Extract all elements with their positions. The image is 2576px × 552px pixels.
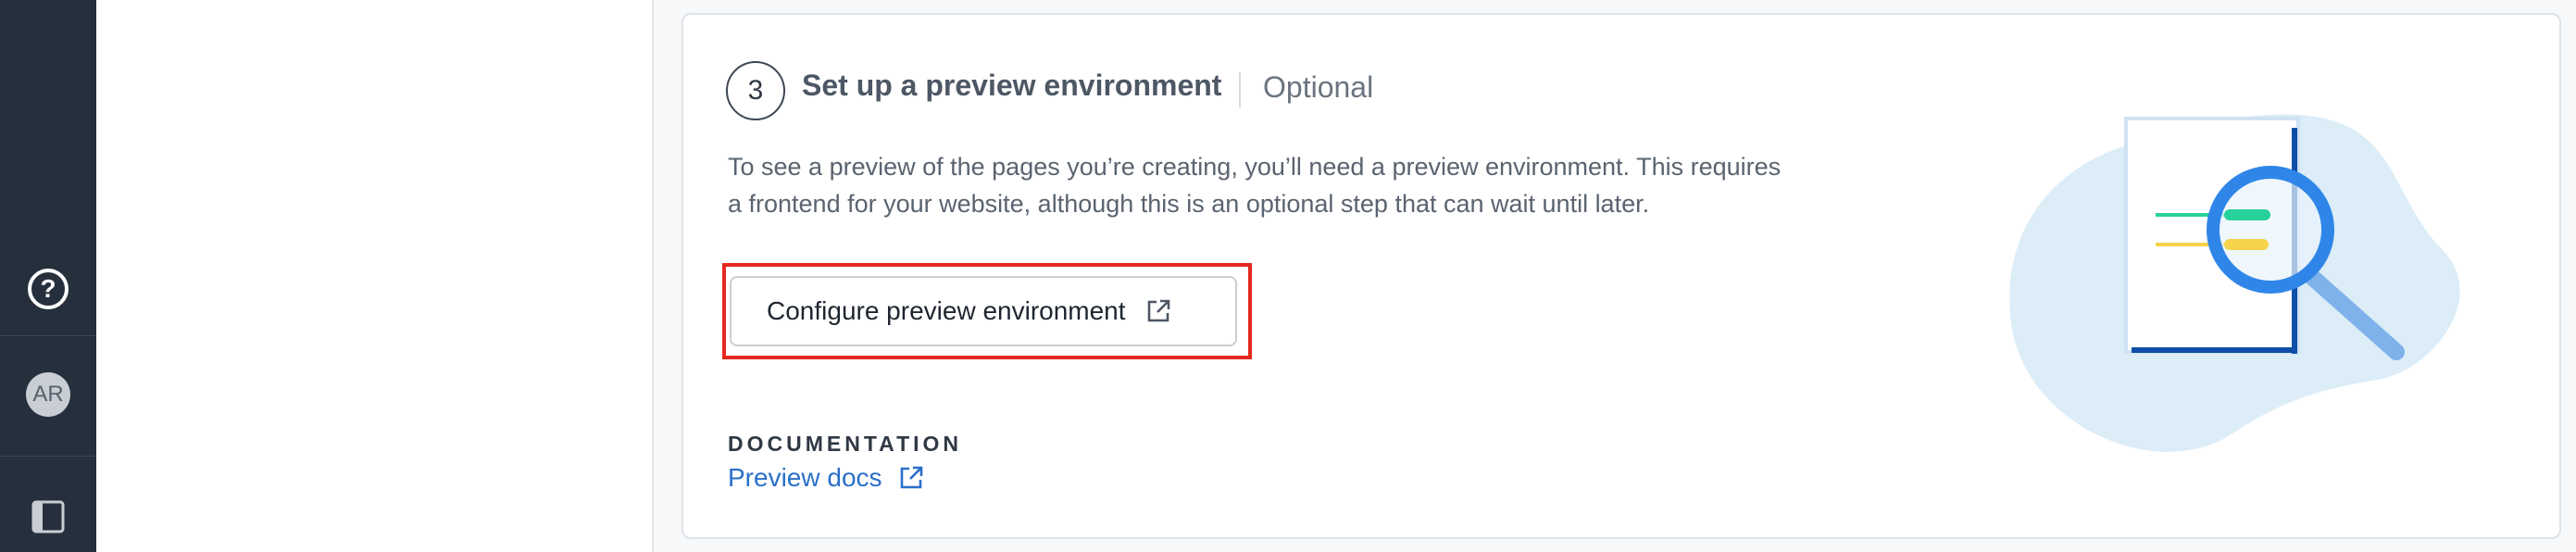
avatar: AR <box>26 372 70 417</box>
optional-label: Optional <box>1263 70 1374 104</box>
help-button[interactable]: ? <box>0 267 96 311</box>
step-title: Set up a preview environment <box>802 69 1222 102</box>
preview-docs-link-label: Preview docs <box>728 463 882 492</box>
secondary-panel <box>96 0 654 552</box>
sidebar-toggle-button[interactable] <box>0 496 96 537</box>
configure-preview-button[interactable]: Configure preview environment <box>730 276 1237 346</box>
preview-docs-link[interactable]: Preview docs <box>728 463 925 493</box>
app-sidebar: ? AR <box>0 0 96 552</box>
sidebar-divider <box>0 456 96 457</box>
description-line: To see a preview of the pages you’re cre… <box>728 153 1782 181</box>
question-circle-icon: ? <box>28 269 69 309</box>
title-divider <box>1239 72 1241 107</box>
external-link-icon <box>900 466 922 489</box>
documentation-heading: DOCUMENTATION <box>728 432 963 456</box>
step-description: To see a preview of the pages you’re cre… <box>728 148 1894 222</box>
sidebar-divider <box>0 335 96 336</box>
user-avatar-button[interactable]: AR <box>0 372 96 417</box>
external-link-icon <box>1147 299 1169 322</box>
sidebar-toggle-icon <box>31 500 65 533</box>
configure-preview-button-label: Configure preview environment <box>767 296 1126 325</box>
magnifier-document-illustration <box>2009 114 2460 452</box>
description-line: a frontend for your website, although th… <box>728 190 1650 218</box>
step-number-badge: 3 <box>726 61 785 120</box>
